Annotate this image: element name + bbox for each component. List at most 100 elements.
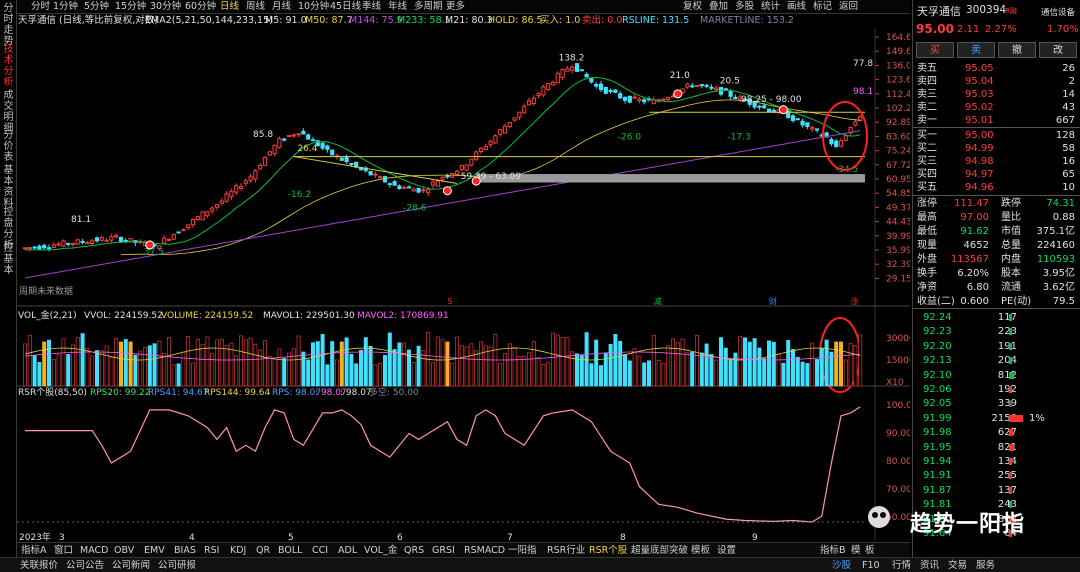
tick-price: 92.23 bbox=[923, 326, 952, 338]
indicator-b-tab[interactable]: 指标B bbox=[820, 545, 846, 557]
toolbar-button[interactable]: 返回 bbox=[839, 1, 858, 13]
indicator-tab[interactable]: VOL_金 bbox=[364, 545, 397, 557]
indicator-tab[interactable]: CCI bbox=[312, 545, 328, 557]
period-tab[interactable]: 10分钟 bbox=[298, 1, 329, 13]
chart-canvas[interactable]: 164.6 149.6 136.0 123.6 112.4 102.2 92.89 83.60… bbox=[17, 28, 910, 542]
period-tab[interactable]: 季线 bbox=[362, 1, 381, 13]
status-right-link[interactable]: 交易 bbox=[948, 560, 967, 572]
status-link[interactable]: 关联报价 bbox=[20, 560, 58, 572]
board-tab[interactable]: 板 bbox=[865, 545, 875, 557]
volume-bar bbox=[474, 350, 479, 387]
indicator-tab[interactable]: 设置 bbox=[717, 545, 736, 557]
status-right-link[interactable]: F10 bbox=[862, 560, 880, 572]
indicator-tab[interactable]: RSR个股 bbox=[589, 545, 627, 557]
bid-label: 买二 bbox=[917, 143, 937, 154]
status-right-link[interactable]: 行情 bbox=[892, 560, 911, 572]
period-tab[interactable]: 1分钟 bbox=[53, 1, 78, 13]
period-tab[interactable]: 月线 bbox=[272, 1, 291, 13]
indicator-tab[interactable]: MACD bbox=[80, 545, 108, 557]
period-tab[interactable]: 分时 bbox=[31, 1, 50, 13]
indicator-tab[interactable]: 超量底部突破 bbox=[631, 545, 688, 557]
modify-button[interactable]: 改 bbox=[1039, 42, 1077, 58]
tick-row: 92.05 339 bbox=[913, 397, 1080, 410]
indicator-tab[interactable]: QR bbox=[256, 545, 270, 557]
candle-body bbox=[56, 243, 61, 246]
toolbar-button[interactable]: 叠加 bbox=[709, 1, 728, 13]
toolbar-button[interactable]: 画线 bbox=[787, 1, 806, 13]
volume-bar bbox=[200, 343, 205, 387]
period-tab[interactable]: 日线 bbox=[220, 1, 239, 13]
toolbar-button[interactable]: 复权 bbox=[683, 1, 702, 13]
sidebar-tab[interactable]: 成交明细 bbox=[2, 90, 15, 134]
ask-row[interactable]: 卖五 95.05 26 bbox=[913, 62, 1080, 75]
status-link[interactable]: 公司公告 bbox=[66, 560, 104, 572]
indicator-tab[interactable]: QRS bbox=[404, 545, 424, 557]
indicator-tab[interactable]: 指标A bbox=[21, 545, 47, 557]
toolbar-button[interactable]: 统计 bbox=[761, 1, 780, 13]
period-tab[interactable]: 年线 bbox=[388, 1, 407, 13]
status-right-link[interactable]: 资讯 bbox=[920, 560, 939, 572]
period-tab[interactable]: 45日线 bbox=[330, 1, 361, 13]
tick-volume: 821 bbox=[997, 441, 1017, 453]
sidebar-tab[interactable]: 分价表 bbox=[2, 130, 15, 163]
indicator-tab[interactable]: KDJ bbox=[230, 545, 246, 557]
bid-row[interactable]: 买五 94.96 10 bbox=[913, 181, 1080, 194]
ask-volume: 2 bbox=[1068, 76, 1075, 87]
buy-signal-marker bbox=[673, 89, 683, 99]
indicator-tab[interactable]: 窗口 bbox=[54, 545, 73, 557]
bid-row[interactable]: 买三 94.98 16 bbox=[913, 155, 1080, 168]
indicator-tab[interactable]: RSR行业 bbox=[547, 545, 585, 557]
bid-row[interactable]: 买一 95.00 128 bbox=[913, 129, 1080, 142]
cancel-button[interactable]: 撤 bbox=[998, 42, 1036, 58]
indicator-tab[interactable]: BIAS bbox=[174, 545, 196, 557]
candle-body bbox=[66, 242, 71, 245]
sidebar-tab[interactable]: 基本资料 bbox=[2, 165, 15, 209]
volume-bar bbox=[119, 341, 124, 387]
indicator-tab[interactable]: OBV bbox=[114, 545, 134, 557]
volume-bar bbox=[253, 343, 258, 387]
period-tab[interactable]: 5分钟 bbox=[84, 1, 109, 13]
volume-bar bbox=[210, 352, 215, 387]
period-tab[interactable]: 15分钟 bbox=[115, 1, 146, 13]
sidebar-tab[interactable]: 控基本 bbox=[2, 243, 15, 276]
tick-volume: 223 bbox=[997, 326, 1017, 338]
period-tab[interactable]: 30分钟 bbox=[150, 1, 181, 13]
period-tab[interactable]: 多周期 bbox=[414, 1, 443, 13]
volume-bar bbox=[781, 362, 786, 387]
sell-button[interactable]: 卖 bbox=[957, 42, 995, 58]
ask-row[interactable]: 卖四 95.04 2 bbox=[913, 75, 1080, 88]
volume-bar bbox=[416, 345, 421, 387]
status-right-link[interactable]: 沙股 bbox=[832, 560, 851, 572]
ask-row[interactable]: 卖二 95.02 43 bbox=[913, 101, 1080, 114]
toolbar-button[interactable]: 多股 bbox=[735, 1, 754, 13]
ask-row[interactable]: 卖三 95.03 14 bbox=[913, 88, 1080, 101]
indicator-tab[interactable]: 一阳指 bbox=[508, 545, 537, 557]
tick-volume-bar bbox=[1009, 400, 1012, 408]
indicator-tab[interactable]: BOLL bbox=[278, 545, 302, 557]
candle-body bbox=[262, 156, 268, 166]
status-link[interactable]: 公司研报 bbox=[158, 560, 196, 572]
indicator-tab[interactable]: GRSI bbox=[432, 545, 455, 557]
period-tab[interactable]: 更多 bbox=[446, 1, 465, 13]
bid-row[interactable]: 买四 94.97 65 bbox=[913, 168, 1080, 181]
bid-row[interactable]: 买二 94.99 58 bbox=[913, 142, 1080, 155]
period-tab[interactable]: 周线 bbox=[246, 1, 265, 13]
toolbar-button[interactable]: 标记 bbox=[813, 1, 832, 13]
bid-volume: 65 bbox=[1062, 169, 1075, 180]
ask-row[interactable]: 卖一 95.01 667 bbox=[913, 114, 1080, 127]
period-tab[interactable]: 60分钟 bbox=[185, 1, 216, 13]
sector-label[interactable]: 通信设备 bbox=[1041, 6, 1075, 18]
candle-body bbox=[114, 235, 119, 238]
status-link[interactable]: 公司新闻 bbox=[112, 560, 150, 572]
status-right-link[interactable]: 服务 bbox=[976, 560, 995, 572]
template-tab[interactable]: 模 bbox=[851, 545, 861, 557]
indicator-tab[interactable]: ADL bbox=[338, 545, 357, 557]
indicator-tab[interactable]: RSI bbox=[204, 545, 219, 557]
buy-button[interactable]: 买 bbox=[916, 42, 954, 58]
volume-bar bbox=[430, 362, 435, 387]
indicator-tab[interactable]: 模板 bbox=[691, 545, 710, 557]
sidebar-tab[interactable]: 技术分析 bbox=[2, 44, 15, 88]
indicator-tab[interactable]: EMV bbox=[144, 545, 165, 557]
indicator-tab[interactable]: RSMACD bbox=[464, 545, 505, 557]
sidebar-tab[interactable]: 分时走势 bbox=[2, 3, 15, 47]
